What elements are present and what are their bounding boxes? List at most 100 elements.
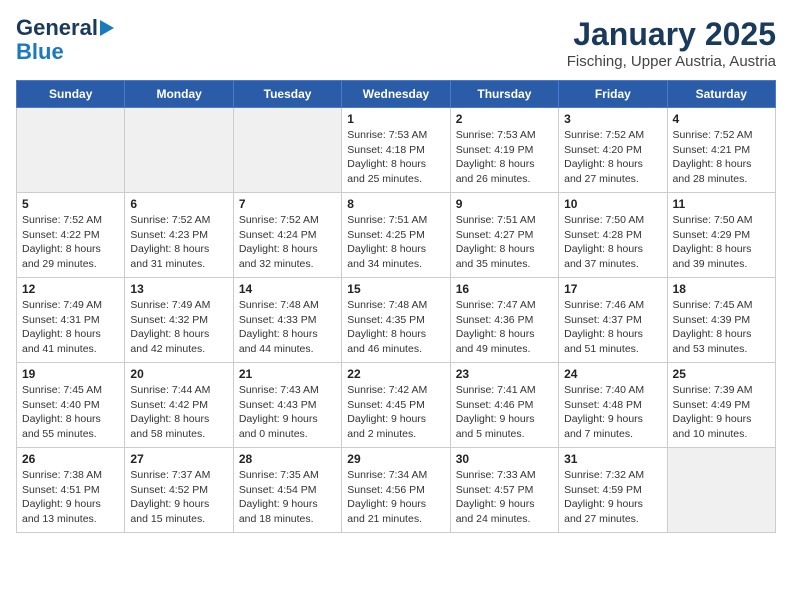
day-header-row: SundayMondayTuesdayWednesdayThursdayFrid… (17, 81, 776, 108)
day-number: 4 (673, 112, 770, 126)
day-number: 21 (239, 367, 336, 381)
day-number: 1 (347, 112, 444, 126)
day-info: Sunrise: 7:48 AM Sunset: 4:33 PM Dayligh… (239, 298, 336, 357)
calendar-cell: 14Sunrise: 7:48 AM Sunset: 4:33 PM Dayli… (233, 278, 341, 363)
day-number: 10 (564, 197, 661, 211)
calendar-table: SundayMondayTuesdayWednesdayThursdayFrid… (16, 80, 776, 533)
day-number: 15 (347, 282, 444, 296)
calendar-cell: 10 Sunrise: 7:50 AM Sunset: 4:28 PM Dayli… (559, 193, 667, 278)
day-info: Sunrise: 7:44 AM Sunset: 4:42 PM Dayligh… (130, 383, 227, 442)
page-title: January 2025 (567, 16, 776, 53)
calendar-cell: 26Sunrise: 7:38 AM Sunset: 4:51 PM Dayli… (17, 448, 125, 533)
day-number: 7 (239, 197, 336, 211)
day-info: Sunrise: 7:48 AM Sunset: 4:35 PM Dayligh… (347, 298, 444, 357)
day-number: 18 (673, 282, 770, 296)
logo-arrow-icon (100, 20, 114, 36)
week-row-1: 1 Sunrise: 7:53 AM Sunset: 4:18 PM Daylig… (17, 108, 776, 193)
calendar-cell (125, 108, 233, 193)
calendar-cell: 12 Sunrise: 7:49 AM Sunset: 4:31 PM Dayli… (17, 278, 125, 363)
day-header-monday: Monday (125, 81, 233, 108)
calendar-cell: 16 Sunrise: 7:47 AM Sunset: 4:36 PM Dayli… (450, 278, 558, 363)
calendar-cell: 9 Sunrise: 7:51 AM Sunset: 4:27 PM Daylig… (450, 193, 558, 278)
calendar-header: SundayMondayTuesdayWednesdayThursdayFrid… (17, 81, 776, 108)
calendar-cell: 1 Sunrise: 7:53 AM Sunset: 4:18 PM Daylig… (342, 108, 450, 193)
calendar-cell: 24 Sunrise: 7:40 AM Sunset: 4:48 PM Dayli… (559, 363, 667, 448)
day-info: Sunrise: 7:51 AM Sunset: 4:25 PM Dayligh… (347, 213, 444, 272)
logo-general: General (16, 16, 98, 40)
day-info: Sunrise: 7:40 AM Sunset: 4:48 PM Dayligh… (564, 383, 661, 442)
day-info: Sunrise: 7:39 AM Sunset: 4:49 PM Dayligh… (673, 383, 770, 442)
day-header-wednesday: Wednesday (342, 81, 450, 108)
day-number: 17 (564, 282, 661, 296)
day-info: Sunrise: 7:53 AM Sunset: 4:18 PM Dayligh… (347, 128, 444, 187)
day-number: 5 (22, 197, 119, 211)
calendar-cell: 6 Sunrise: 7:52 AM Sunset: 4:23 PM Daylig… (125, 193, 233, 278)
day-number: 9 (456, 197, 553, 211)
day-info: Sunrise: 7:50 AM Sunset: 4:29 PM Dayligh… (673, 213, 770, 272)
logo: General Blue (16, 16, 114, 64)
day-number: 22 (347, 367, 444, 381)
day-header-friday: Friday (559, 81, 667, 108)
calendar-body: 1 Sunrise: 7:53 AM Sunset: 4:18 PM Daylig… (17, 108, 776, 533)
day-info: Sunrise: 7:52 AM Sunset: 4:21 PM Dayligh… (673, 128, 770, 187)
week-row-5: 26Sunrise: 7:38 AM Sunset: 4:51 PM Dayli… (17, 448, 776, 533)
day-number: 12 (22, 282, 119, 296)
page-header: General Blue January 2025 Fisching, Uppe… (16, 16, 776, 70)
day-info: Sunrise: 7:50 AM Sunset: 4:28 PM Dayligh… (564, 213, 661, 272)
calendar-cell (233, 108, 341, 193)
calendar-cell: 18 Sunrise: 7:45 AM Sunset: 4:39 PM Dayli… (667, 278, 775, 363)
title-block: January 2025 Fisching, Upper Austria, Au… (567, 16, 776, 70)
day-info: Sunrise: 7:45 AM Sunset: 4:39 PM Dayligh… (673, 298, 770, 357)
day-number: 13 (130, 282, 227, 296)
day-number: 19 (22, 367, 119, 381)
calendar-cell (667, 448, 775, 533)
day-info: Sunrise: 7:49 AM Sunset: 4:31 PM Dayligh… (22, 298, 119, 357)
calendar-cell: 21Sunrise: 7:43 AM Sunset: 4:43 PM Dayli… (233, 363, 341, 448)
calendar-cell: 2 Sunrise: 7:53 AM Sunset: 4:19 PM Daylig… (450, 108, 558, 193)
day-info: Sunrise: 7:34 AM Sunset: 4:56 PM Dayligh… (347, 468, 444, 527)
day-info: Sunrise: 7:45 AM Sunset: 4:40 PM Dayligh… (22, 383, 119, 442)
week-row-2: 5 Sunrise: 7:52 AM Sunset: 4:22 PM Daylig… (17, 193, 776, 278)
calendar-cell: 8Sunrise: 7:51 AM Sunset: 4:25 PM Daylig… (342, 193, 450, 278)
logo-blue: Blue (16, 40, 64, 64)
calendar-cell: 3Sunrise: 7:52 AM Sunset: 4:20 PM Daylig… (559, 108, 667, 193)
day-info: Sunrise: 7:53 AM Sunset: 4:19 PM Dayligh… (456, 128, 553, 187)
day-number: 2 (456, 112, 553, 126)
calendar-cell: 13 Sunrise: 7:49 AM Sunset: 4:32 PM Dayli… (125, 278, 233, 363)
day-info: Sunrise: 7:47 AM Sunset: 4:36 PM Dayligh… (456, 298, 553, 357)
calendar-cell: 28 Sunrise: 7:35 AM Sunset: 4:54 PM Dayli… (233, 448, 341, 533)
day-number: 30 (456, 452, 553, 466)
day-number: 29 (347, 452, 444, 466)
page-subtitle: Fisching, Upper Austria, Austria (567, 53, 776, 70)
day-number: 25 (673, 367, 770, 381)
day-header-tuesday: Tuesday (233, 81, 341, 108)
calendar-cell: 25 Sunrise: 7:39 AM Sunset: 4:49 PM Dayli… (667, 363, 775, 448)
calendar-cell: 30Sunrise: 7:33 AM Sunset: 4:57 PM Dayli… (450, 448, 558, 533)
day-number: 16 (456, 282, 553, 296)
week-row-3: 12 Sunrise: 7:49 AM Sunset: 4:31 PM Dayli… (17, 278, 776, 363)
day-info: Sunrise: 7:32 AM Sunset: 4:59 PM Dayligh… (564, 468, 661, 527)
calendar-cell: 17Sunrise: 7:46 AM Sunset: 4:37 PM Dayli… (559, 278, 667, 363)
day-number: 24 (564, 367, 661, 381)
day-number: 6 (130, 197, 227, 211)
day-number: 31 (564, 452, 661, 466)
calendar-cell (17, 108, 125, 193)
day-header-sunday: Sunday (17, 81, 125, 108)
calendar-cell: 27Sunrise: 7:37 AM Sunset: 4:52 PM Dayli… (125, 448, 233, 533)
day-info: Sunrise: 7:35 AM Sunset: 4:54 PM Dayligh… (239, 468, 336, 527)
day-info: Sunrise: 7:42 AM Sunset: 4:45 PM Dayligh… (347, 383, 444, 442)
day-info: Sunrise: 7:51 AM Sunset: 4:27 PM Dayligh… (456, 213, 553, 272)
day-info: Sunrise: 7:52 AM Sunset: 4:22 PM Dayligh… (22, 213, 119, 272)
day-header-saturday: Saturday (667, 81, 775, 108)
day-number: 23 (456, 367, 553, 381)
calendar-cell: 5 Sunrise: 7:52 AM Sunset: 4:22 PM Daylig… (17, 193, 125, 278)
calendar-cell: 22 Sunrise: 7:42 AM Sunset: 4:45 PM Dayli… (342, 363, 450, 448)
calendar-cell: 29 Sunrise: 7:34 AM Sunset: 4:56 PM Dayli… (342, 448, 450, 533)
calendar-cell: 23Sunrise: 7:41 AM Sunset: 4:46 PM Dayli… (450, 363, 558, 448)
day-number: 26 (22, 452, 119, 466)
week-row-4: 19 Sunrise: 7:45 AM Sunset: 4:40 PM Dayli… (17, 363, 776, 448)
day-info: Sunrise: 7:52 AM Sunset: 4:23 PM Dayligh… (130, 213, 227, 272)
day-info: Sunrise: 7:49 AM Sunset: 4:32 PM Dayligh… (130, 298, 227, 357)
day-number: 28 (239, 452, 336, 466)
day-header-thursday: Thursday (450, 81, 558, 108)
